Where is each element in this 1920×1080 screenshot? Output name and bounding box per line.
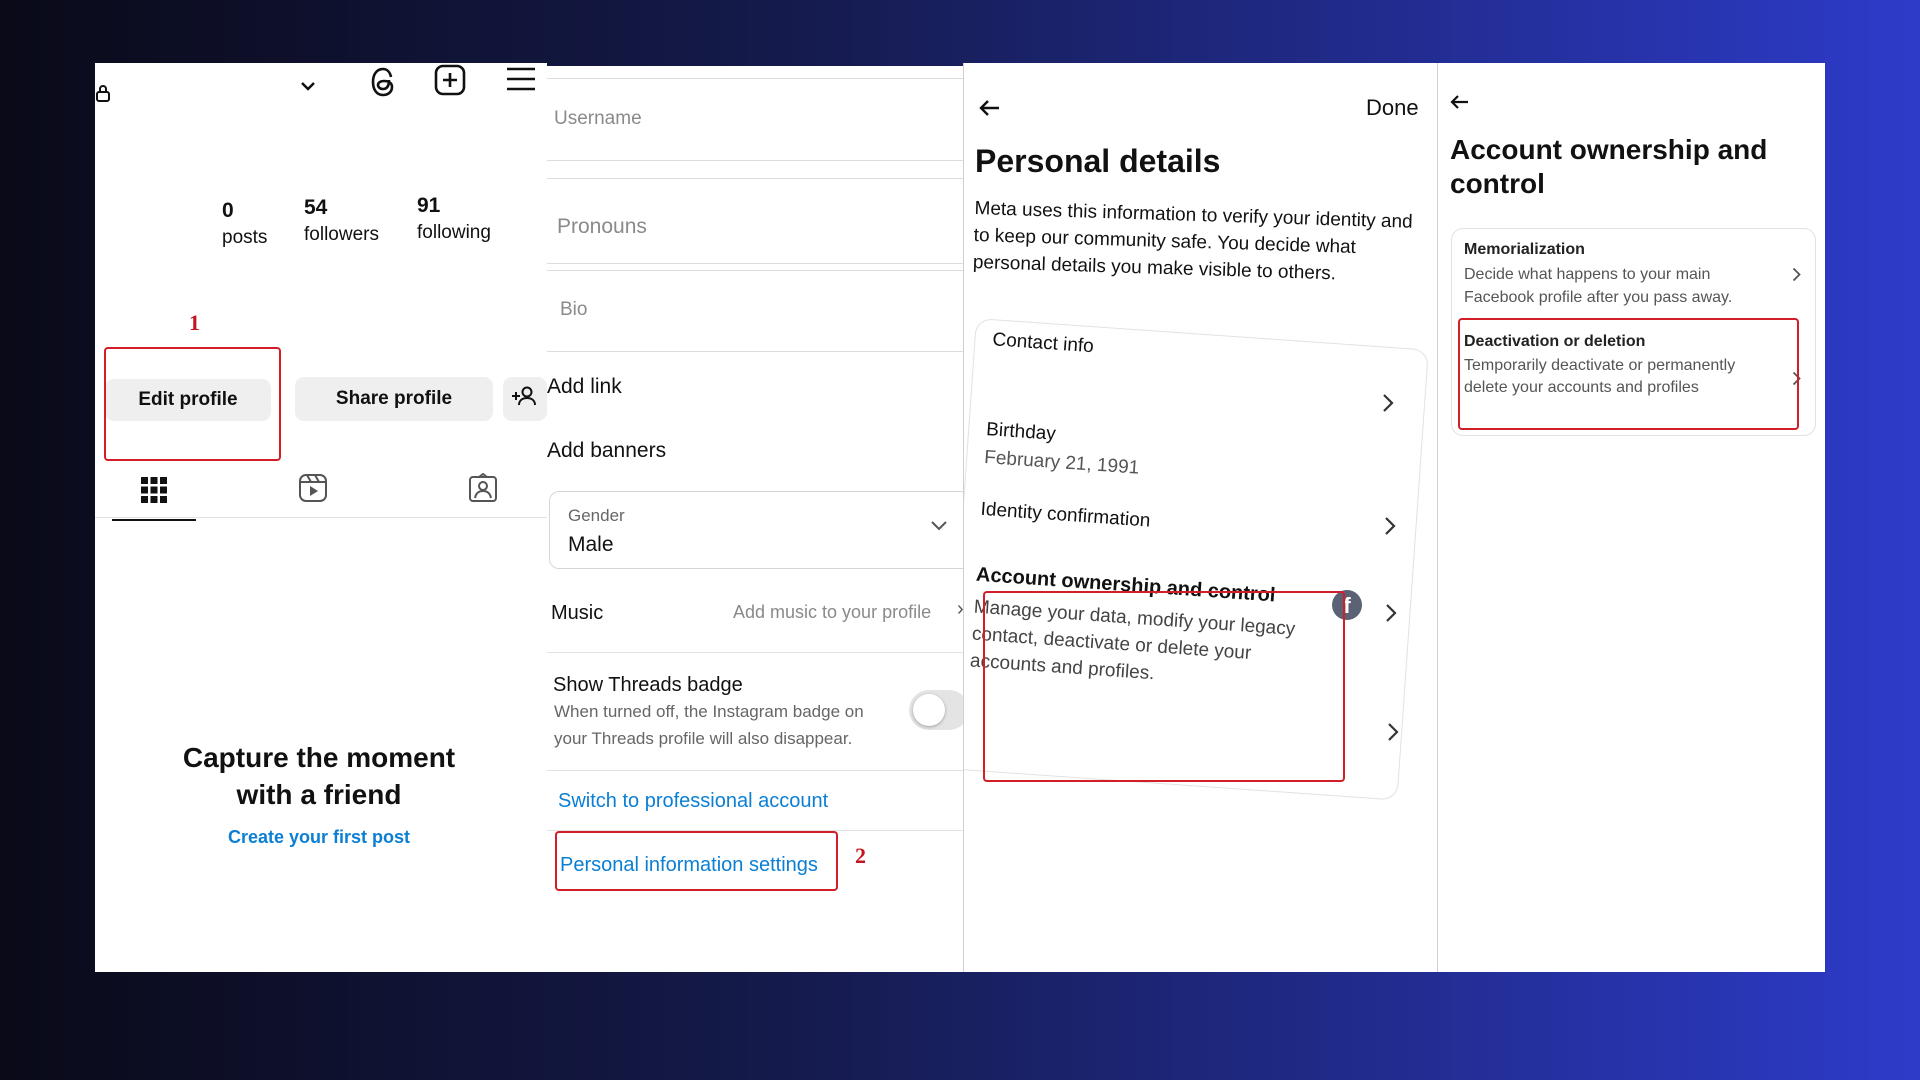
page-title: Account ownership and control <box>1450 133 1767 201</box>
following-stat[interactable]: 91 following <box>417 194 491 244</box>
account-ownership-panel: Account ownership and control Memorializ… <box>1437 63 1825 972</box>
step-number-2: 2 <box>855 843 866 868</box>
switch-professional-link[interactable]: Switch to professional account <box>558 790 828 813</box>
empty-state-title-line2: with a friend <box>236 779 402 810</box>
add-person-button[interactable] <box>503 377 547 421</box>
create-first-post-link[interactable]: Create your first post <box>95 827 543 848</box>
pronouns-placeholder: Pronouns <box>557 215 647 238</box>
page-description: Meta uses this information to verify you… <box>972 197 1413 285</box>
memorialization-desc: Decide what happens to your main Faceboo… <box>1464 266 1733 306</box>
followers-label: followers <box>304 224 379 245</box>
page-title-line2: control <box>1450 168 1545 199</box>
following-count: 91 <box>417 194 441 217</box>
grid-icon <box>141 476 167 508</box>
bio-field[interactable]: Bio <box>547 270 963 352</box>
top-divider <box>547 78 963 79</box>
plus-square-icon[interactable] <box>433 63 467 97</box>
memorialization-row[interactable]: Memorialization Decide what happens to y… <box>1452 231 1812 311</box>
posts-label: posts <box>222 227 268 248</box>
profile-panel: 0 posts 54 followers 91 following 1 Edit… <box>95 63 547 972</box>
back-arrow-icon[interactable] <box>1446 89 1472 115</box>
deactivation-highlight <box>1458 318 1799 430</box>
tagged-tab[interactable] <box>455 465 511 515</box>
done-button[interactable]: Done <box>1366 95 1419 121</box>
threads-badge-toggle[interactable] <box>909 690 963 730</box>
bio-placeholder: Bio <box>560 299 588 320</box>
edit-profile-panel: Username Pronouns Bio Add link Add banne… <box>547 66 963 972</box>
reels-tab[interactable] <box>285 465 341 515</box>
music-value: Add music to your profile <box>733 602 932 622</box>
page-title-line1: Account ownership and <box>1450 134 1768 165</box>
posts-count: 0 <box>222 199 234 222</box>
empty-state-title-line1: Capture the moment <box>182 742 456 773</box>
share-profile-button[interactable]: Share profile <box>295 377 493 421</box>
music-label: Music <box>551 602 604 624</box>
add-person-icon <box>512 386 538 412</box>
account-ownership-chevron-icon <box>1387 718 1399 749</box>
pronouns-field[interactable]: Pronouns <box>547 178 963 264</box>
chevron-down-icon[interactable] <box>295 73 321 99</box>
step-number-1: 1 <box>189 310 200 335</box>
gender-value: Male <box>568 533 614 556</box>
gender-label: Gender <box>568 506 625 525</box>
memorialization-title: Memorialization <box>1464 241 1585 258</box>
edit-profile-highlight <box>104 347 281 461</box>
toggle-knob <box>913 694 945 726</box>
identity-chevron-icon <box>1385 599 1397 630</box>
followers-stat[interactable]: 54 followers <box>304 196 379 246</box>
followers-count: 54 <box>304 196 328 219</box>
posts-stat[interactable]: 0 posts <box>222 199 267 249</box>
threads-badge-title: Show Threads badge <box>553 674 743 696</box>
chevron-right-icon <box>1792 267 1801 287</box>
music-row[interactable]: Music Add music to your profile › <box>547 588 963 653</box>
tagged-person-icon <box>468 472 498 508</box>
personal-details-panel: Done Personal details Meta uses this inf… <box>963 63 1438 972</box>
username-placeholder: Username <box>554 108 642 129</box>
following-label: following <box>417 222 491 243</box>
birthday-chevron-icon <box>1384 512 1396 543</box>
birthday-label: Birthday <box>985 419 1057 445</box>
threads-icon[interactable] <box>367 63 401 101</box>
personal-info-highlight <box>555 831 838 891</box>
grid-tab[interactable] <box>112 465 196 521</box>
account-ownership-highlight <box>983 591 1345 782</box>
birthday-value: February 21, 1991 <box>983 446 1140 479</box>
tabs-divider <box>95 517 547 518</box>
gender-select[interactable]: Gender Male <box>549 491 963 569</box>
add-link-row[interactable]: Add link <box>547 375 963 399</box>
username-field[interactable]: Username <box>547 88 963 161</box>
empty-state-title: Capture the moment with a friend <box>95 739 543 813</box>
threads-badge-desc-line1: When turned off, the Instagram badge on <box>554 702 864 721</box>
threads-badge-desc-line2: your Threads profile will also disappear… <box>554 729 853 748</box>
contact-info-chevron-icon <box>1382 389 1394 420</box>
add-banners-row[interactable]: Add banners <box>547 439 963 463</box>
threads-badge-row: Show Threads badge When turned off, the … <box>547 666 963 771</box>
page-title: Personal details <box>975 143 1221 179</box>
back-arrow-icon[interactable] <box>974 93 1004 123</box>
lock-icon <box>95 81 111 105</box>
reels-icon <box>298 473 328 508</box>
hamburger-menu-icon[interactable] <box>505 63 537 95</box>
chevron-down-icon <box>930 518 948 536</box>
